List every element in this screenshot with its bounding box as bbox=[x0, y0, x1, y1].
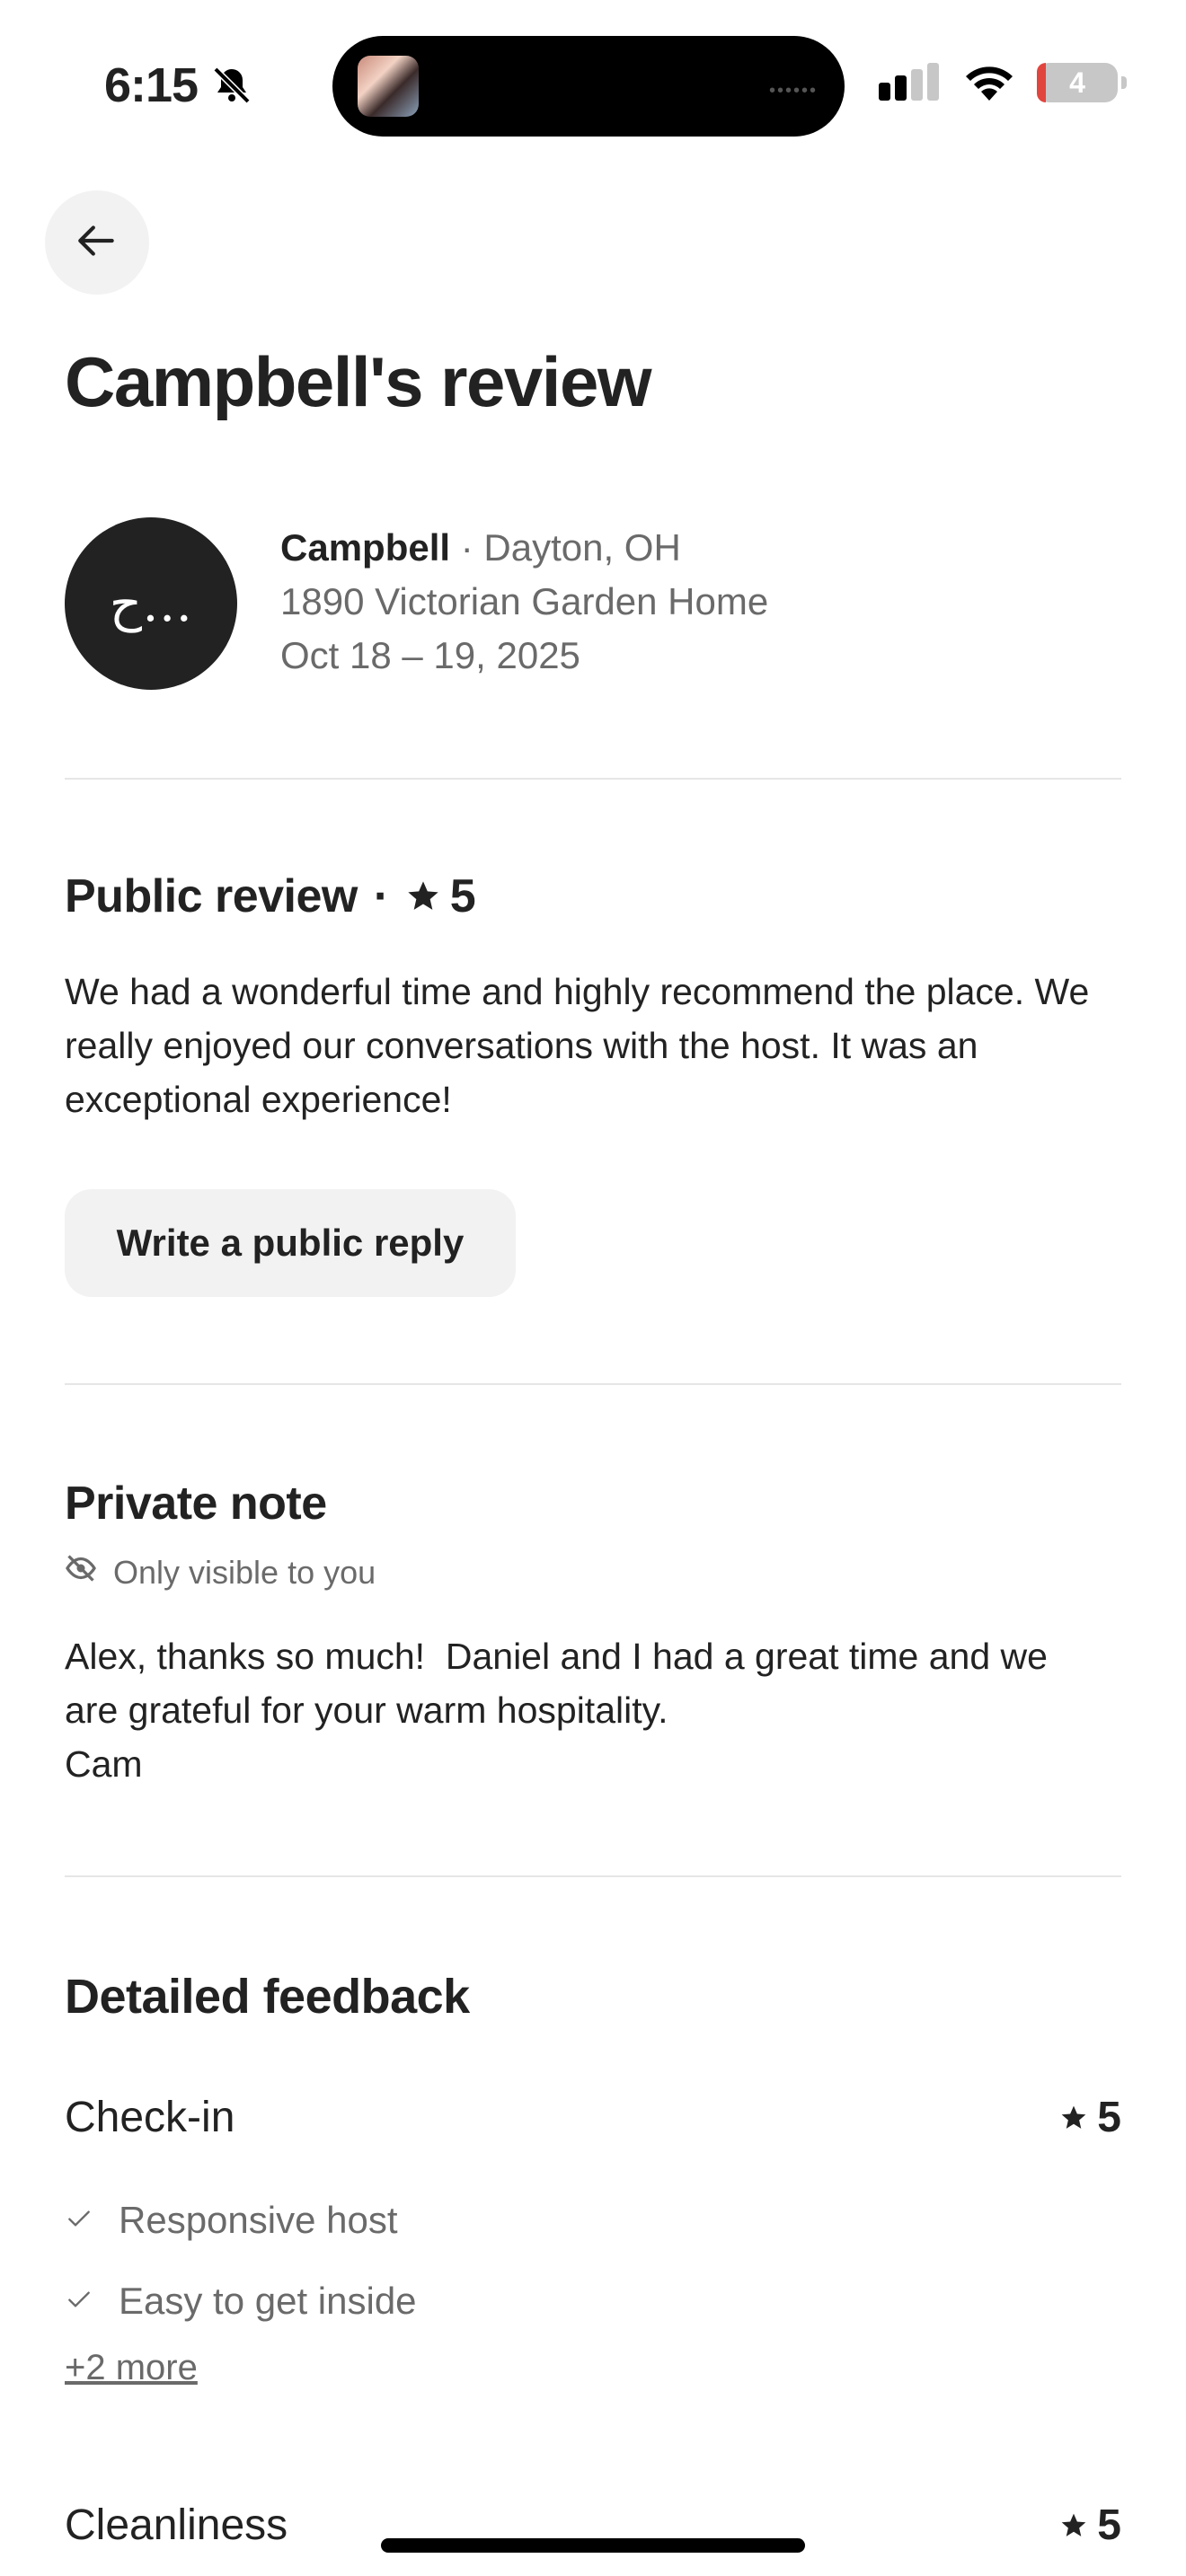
status-time: 6:15 bbox=[104, 58, 199, 112]
feedback-item-label: Responsive host bbox=[119, 2199, 398, 2241]
signal-icon bbox=[879, 63, 942, 102]
dynamic-island[interactable]: •••••• bbox=[332, 36, 845, 137]
name-separator: · bbox=[450, 526, 484, 569]
star-icon bbox=[1059, 2104, 1088, 2132]
guest-location: Dayton, OH bbox=[483, 526, 681, 569]
private-note-line: Cam bbox=[65, 1743, 143, 1785]
page-title: Campbell's review bbox=[65, 342, 652, 421]
home-indicator[interactable] bbox=[381, 2538, 805, 2553]
public-review-heading: Public review · 5 bbox=[65, 869, 476, 923]
stay-dates: Oct 18 – 19, 2025 bbox=[280, 634, 580, 676]
divider bbox=[65, 778, 1121, 780]
avatar[interactable]: ح… bbox=[65, 517, 237, 690]
arrow-left-icon bbox=[75, 218, 119, 268]
back-button[interactable] bbox=[45, 190, 149, 295]
private-note-line: Alex, thanks so much! Daniel and I had a… bbox=[65, 1636, 1048, 1677]
checkmark-icon bbox=[65, 2199, 93, 2242]
category-rating: 5 bbox=[1097, 2094, 1121, 2141]
divider bbox=[65, 1383, 1121, 1385]
status-bar: 6:15 •••••• 4 bbox=[0, 0, 1186, 171]
private-note-heading: Private note bbox=[65, 1477, 327, 1531]
category-score: 5 bbox=[1059, 2501, 1121, 2550]
visibility-row: Only visible to you bbox=[65, 1552, 376, 1592]
category-score: 5 bbox=[1059, 2093, 1121, 2142]
feedback-item-label: Easy to get inside bbox=[119, 2280, 417, 2322]
guest-info: Campbell · Dayton, OH 1890 Victorian Gar… bbox=[280, 521, 768, 683]
eye-off-icon bbox=[65, 1552, 97, 1592]
guest-name: Campbell bbox=[280, 526, 451, 569]
category-row-check-in: Check-in 5 bbox=[65, 2093, 1121, 2142]
category-label: Cleanliness bbox=[65, 2501, 288, 2549]
category-rating: 5 bbox=[1097, 2501, 1121, 2549]
feedback-item: Easy to get inside bbox=[65, 2280, 417, 2323]
divider bbox=[65, 1875, 1121, 1877]
status-time-group: 6:15 bbox=[104, 57, 253, 113]
public-review-title: Public review bbox=[65, 870, 358, 922]
listing-name: 1890 Victorian Garden Home bbox=[280, 580, 769, 622]
public-review-text: We had a wonderful time and highly recom… bbox=[65, 971, 1090, 1120]
bell-off-icon bbox=[210, 64, 253, 107]
checkmark-icon bbox=[65, 2280, 93, 2323]
battery-icon: 4 bbox=[1037, 63, 1127, 102]
private-note-text: Alex, thanks so much! Daniel and I had a… bbox=[65, 1629, 1134, 1791]
wifi-icon bbox=[963, 63, 1015, 102]
visibility-text: Only visible to you bbox=[113, 1553, 376, 1591]
heading-dot: · bbox=[373, 870, 389, 922]
category-label: Check-in bbox=[65, 2094, 235, 2141]
private-note-title: Private note bbox=[65, 1478, 327, 1530]
show-more-link[interactable]: +2 more bbox=[65, 2348, 198, 2388]
detailed-feedback-heading: Detailed feedback bbox=[65, 1969, 470, 2025]
audio-waveform-icon: •••••• bbox=[768, 81, 818, 101]
write-public-reply-button[interactable]: Write a public reply bbox=[65, 1189, 516, 1297]
star-icon bbox=[1059, 2511, 1088, 2540]
now-playing-artwork bbox=[358, 56, 419, 117]
public-review-rating: 5 bbox=[449, 870, 476, 922]
guest-name-row: Campbell · Dayton, OH bbox=[280, 521, 768, 575]
status-indicators: 4 bbox=[879, 63, 1127, 102]
feedback-item: Responsive host bbox=[65, 2199, 398, 2242]
private-note-line: are grateful for your warm hospitality. bbox=[65, 1689, 668, 1731]
star-icon bbox=[405, 878, 441, 914]
detailed-feedback-title: Detailed feedback bbox=[65, 1970, 470, 2024]
